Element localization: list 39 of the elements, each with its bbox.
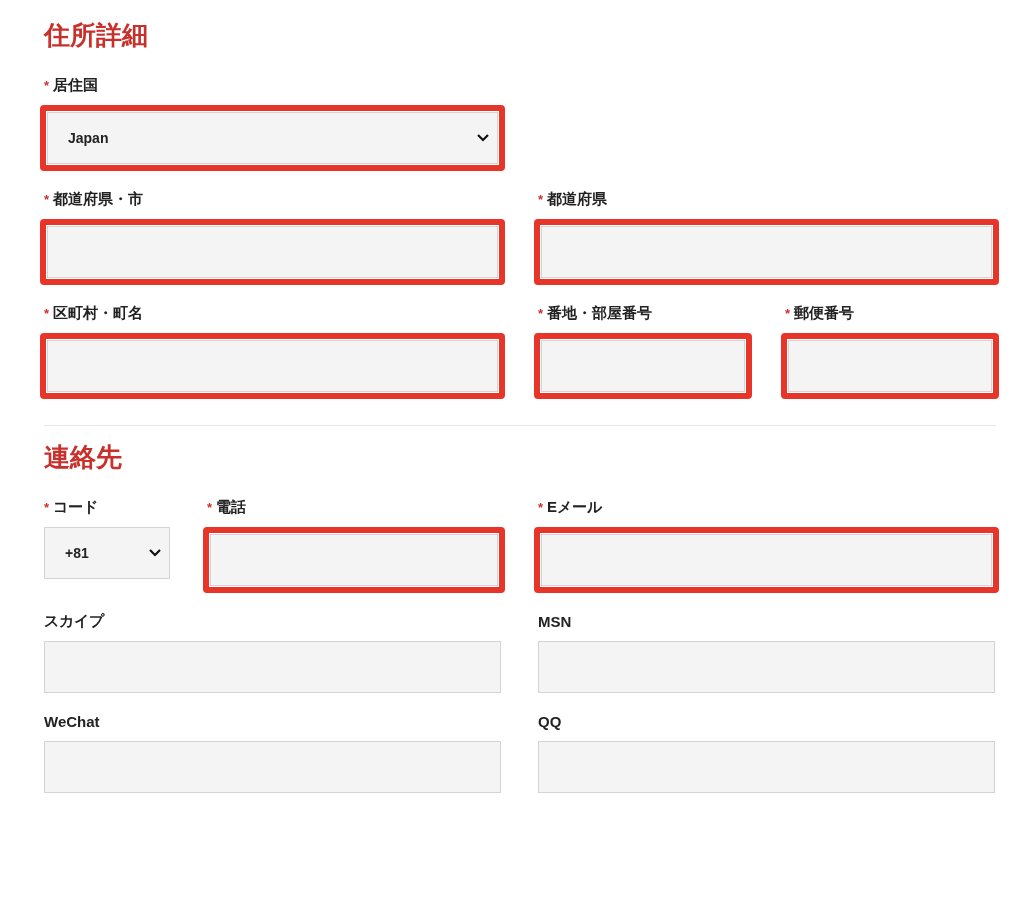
field-label: QQ <box>538 712 562 730</box>
field-label: 都道府県 <box>547 189 608 209</box>
required-asterisk: * <box>44 191 50 207</box>
input-field[interactable] <box>210 534 498 586</box>
field-label: WeChat <box>44 712 100 730</box>
input-field[interactable] <box>44 741 501 793</box>
required-asterisk: * <box>538 305 544 321</box>
input-field[interactable] <box>538 741 995 793</box>
section-title: 住所詳細 <box>44 19 149 52</box>
chevron-down-icon <box>477 134 489 142</box>
field-label: 番地・部屋番号 <box>547 303 653 323</box>
field-label: 電話 <box>216 497 247 517</box>
field-label: 都道府県・市 <box>53 189 144 209</box>
field-label: MSN <box>538 612 572 630</box>
dropdown[interactable]: Japan <box>47 112 498 164</box>
input-field[interactable] <box>788 340 992 392</box>
field-label: スカイプ <box>44 611 104 631</box>
section-title: 連絡先 <box>44 441 123 474</box>
field-label: 郵便番号 <box>794 303 855 323</box>
chevron-down-icon <box>149 549 161 557</box>
required-asterisk: * <box>44 305 50 321</box>
required-asterisk: * <box>538 191 544 207</box>
input-field[interactable] <box>47 226 498 278</box>
input-field[interactable] <box>541 534 992 586</box>
input-field[interactable] <box>47 340 498 392</box>
dropdown[interactable]: +81 <box>44 527 170 579</box>
input-field[interactable] <box>541 340 745 392</box>
field-label: Eメール <box>547 497 603 517</box>
required-asterisk: * <box>44 499 50 515</box>
field-label: 居住国 <box>53 75 99 95</box>
input-field[interactable] <box>44 641 501 693</box>
input-field[interactable] <box>538 641 995 693</box>
field-label: コード <box>53 497 99 517</box>
required-asterisk: * <box>44 77 50 93</box>
required-asterisk: * <box>538 499 544 515</box>
input-field[interactable] <box>541 226 992 278</box>
required-asterisk: * <box>785 305 791 321</box>
field-label: 区町村・町名 <box>53 303 144 323</box>
required-asterisk: * <box>207 499 213 515</box>
